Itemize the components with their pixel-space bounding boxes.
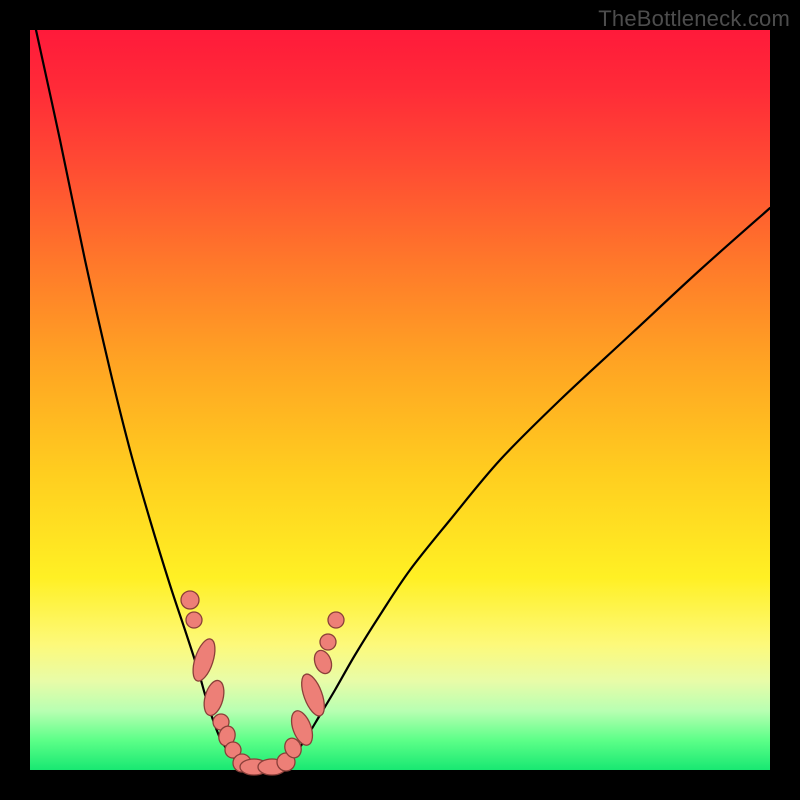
plot-svg: [30, 30, 770, 770]
bead-marker: [186, 612, 202, 628]
bead-marker: [320, 634, 336, 650]
gradient-plot-area: [30, 30, 770, 770]
bead-marker: [189, 636, 220, 683]
bead-markers: [181, 591, 344, 775]
bead-marker: [328, 612, 344, 628]
bead-marker: [311, 648, 334, 676]
bead-marker: [181, 591, 199, 609]
bead-marker: [201, 678, 228, 717]
watermark-text: TheBottleneck.com: [598, 6, 790, 32]
bottleneck-curve-right: [283, 208, 770, 766]
